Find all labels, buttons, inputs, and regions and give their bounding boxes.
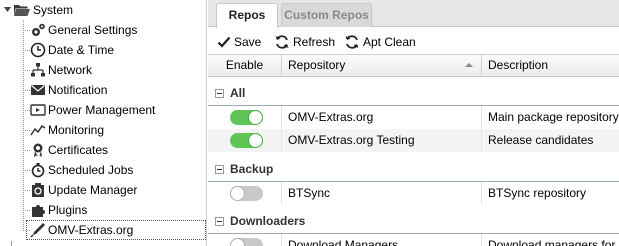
- column-header-enable[interactable]: Enable: [208, 55, 282, 77]
- tree-item-label: Date & Time: [48, 43, 115, 57]
- tree-item-label: Scheduled Jobs: [48, 163, 134, 177]
- tree-item-certificates[interactable]: Certificates: [0, 140, 206, 160]
- sort-ascending-icon: [465, 63, 473, 67]
- enable-toggle[interactable]: [230, 186, 263, 201]
- tree-item-label: Certificates: [48, 143, 109, 157]
- refresh-button[interactable]: Refresh: [274, 32, 335, 52]
- tab-repos[interactable]: Repos: [216, 3, 278, 28]
- description-cell: Release candidates: [488, 133, 594, 147]
- toolbar: Save Refresh Apt Clean: [208, 28, 619, 55]
- tree-continuation: [0, 241, 206, 246]
- tree-item-notification[interactable]: Notification: [0, 80, 206, 100]
- table-row[interactable]: OMV-Extras.org Testing Release candidate…: [208, 129, 619, 152]
- tree-item-scheduled-jobs[interactable]: Scheduled Jobs: [0, 160, 206, 180]
- table-row[interactable]: BTSync BTSync repository: [208, 182, 619, 205]
- tab-bar: Repos Custom Repos: [208, 0, 619, 28]
- collapse-group-icon[interactable]: [215, 217, 224, 226]
- line-chart-icon: [30, 124, 46, 136]
- repository-cell: OMV-Extras.org: [282, 106, 482, 129]
- enable-toggle[interactable]: [230, 133, 263, 148]
- content-panel: Repos Custom Repos Save Refresh Apt Clea…: [208, 0, 619, 246]
- tree-item-update-manager[interactable]: Update Manager: [0, 180, 206, 200]
- repository-cell: BTSync: [282, 182, 482, 205]
- description-cell: BTSync repository: [488, 186, 587, 200]
- tree-item-power-management[interactable]: Power Management: [0, 100, 206, 120]
- tree-item-label: Network: [48, 63, 93, 77]
- network-icon: [31, 63, 45, 77]
- folder-open-icon: [14, 5, 30, 16]
- table-row[interactable]: Download Managers Download managers for …: [208, 234, 619, 246]
- app-window: System General Settings Date & Time Netw…: [0, 0, 619, 246]
- tree-item-label: Power Management: [48, 103, 156, 117]
- group-header-downloaders[interactable]: Downloaders: [208, 208, 619, 234]
- repository-cell: OMV-Extras.org Testing: [282, 129, 482, 152]
- save-button[interactable]: Save: [217, 32, 261, 52]
- apt-clean-label: Apt Clean: [363, 35, 416, 49]
- enable-toggle[interactable]: [230, 238, 263, 246]
- navigation-tree: System General Settings Date & Time Netw…: [0, 0, 207, 246]
- column-header-repository[interactable]: Repository: [282, 55, 482, 77]
- update-icon: [32, 183, 44, 197]
- description-cell: Main package repository: [488, 110, 619, 124]
- power-icon: [30, 104, 46, 116]
- table-row[interactable]: OMV-Extras.org Main package repository: [208, 106, 619, 129]
- column-header-repository-label: Repository: [288, 58, 346, 72]
- clock-icon: [30, 42, 46, 58]
- envelope-icon: [31, 85, 45, 95]
- group-label: All: [230, 86, 246, 100]
- tree-item-date-time[interactable]: Date & Time: [0, 40, 206, 60]
- tree-item-label: Notification: [48, 83, 108, 97]
- refresh-label: Refresh: [293, 35, 336, 49]
- description-cell: Download managers for ne: [488, 238, 619, 246]
- group-header-all[interactable]: All: [208, 80, 619, 106]
- tree-item-monitoring[interactable]: Monitoring: [0, 120, 206, 140]
- tree-root-label: System: [33, 3, 74, 17]
- refresh-icon: [345, 35, 359, 49]
- group-label: Backup: [230, 162, 274, 176]
- tree-item-label: Update Manager: [48, 183, 138, 197]
- puzzle-icon: [32, 205, 45, 217]
- group-label: Downloaders: [230, 214, 306, 228]
- apt-clean-button[interactable]: Apt Clean: [344, 32, 416, 52]
- repository-cell: Download Managers: [282, 234, 482, 246]
- certificate-icon: [33, 143, 43, 157]
- tree-item-label: Plugins: [48, 203, 88, 217]
- tree-item-network[interactable]: Network: [0, 60, 206, 80]
- stopwatch-icon: [31, 163, 45, 178]
- tree-item-label: General Settings: [48, 23, 138, 37]
- checkmark-icon: [217, 36, 231, 48]
- collapse-group-icon[interactable]: [215, 89, 224, 98]
- collapse-arrow-icon[interactable]: [3, 5, 12, 14]
- tree-item-label: Monitoring: [48, 123, 105, 137]
- tree-item-label: OMV-Extras.org: [48, 223, 134, 237]
- refresh-icon: [275, 35, 289, 49]
- tree-item-omv-extras[interactable]: OMV-Extras.org: [0, 220, 206, 240]
- tab-custom-repos[interactable]: Custom Repos: [281, 3, 372, 27]
- gears-icon: [32, 23, 45, 36]
- tree-item-general-settings[interactable]: General Settings: [0, 20, 206, 40]
- grid-header: Enable Repository Description: [208, 55, 619, 77]
- pen-icon: [30, 223, 45, 238]
- collapse-group-icon[interactable]: [215, 165, 224, 174]
- save-label: Save: [234, 35, 262, 49]
- tree-root-system[interactable]: System: [0, 0, 206, 20]
- enable-toggle[interactable]: [230, 110, 263, 125]
- column-header-description[interactable]: Description: [482, 55, 619, 77]
- tree-item-plugins[interactable]: Plugins: [0, 200, 206, 220]
- group-header-backup[interactable]: Backup: [208, 156, 619, 182]
